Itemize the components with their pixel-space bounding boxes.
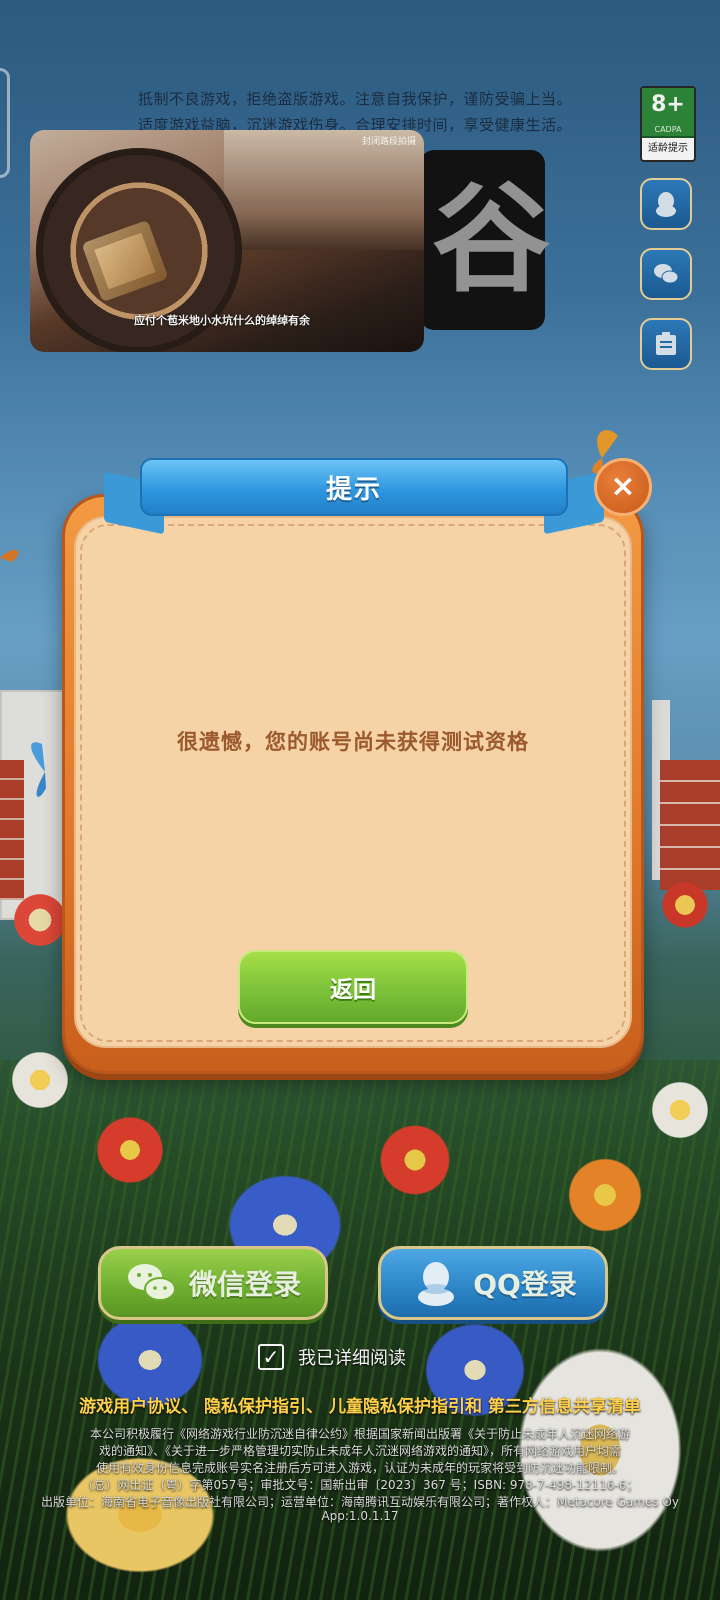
legal-line: （总）网出证（粤）字第057号；审批文号：国新出审〔2023〕367 号；ISB…	[81, 1478, 639, 1492]
wechat-login-label: 微信登录	[188, 1268, 301, 1301]
dialog-message: 很遗憾，您的账号尚未获得测试资格	[177, 730, 529, 754]
child-privacy-link[interactable]: 儿童隐私保护指引和	[329, 1397, 482, 1417]
dialog-title: 提示	[325, 474, 382, 505]
wechat-login-button[interactable]: 微信登录	[98, 1246, 328, 1320]
qq-login-label: QQ登录	[473, 1268, 577, 1301]
qq-login-button[interactable]: QQ登录	[378, 1246, 608, 1320]
agreement-row: ✓ 我已详细阅读	[258, 1344, 406, 1370]
policy-links: 游戏用户协议、 隐私保护指引、 儿童隐私保护指引和 第三方信息共享清单	[0, 1392, 720, 1417]
privacy-guide-link[interactable]: 隐私保护指引	[204, 1397, 306, 1417]
agreement-checkbox[interactable]: ✓	[258, 1344, 284, 1370]
back-button-label: 返回	[330, 977, 376, 1003]
dialog-close-button[interactable]: ×	[594, 458, 652, 516]
agreement-text: 我已详细阅读	[298, 1348, 406, 1369]
dialog-title-ribbon: 提示	[140, 458, 568, 516]
qq-icon	[418, 1262, 455, 1306]
third-party-list-link[interactable]: 第三方信息共享清单	[488, 1397, 641, 1417]
policy-separator: 、	[306, 1397, 324, 1417]
policy-separator: 、	[181, 1397, 199, 1417]
legal-notice: 本公司积极履行《网络游戏行业防沉迷自律公约》根据国家新闻出版署《关于防止未成年人…	[10, 1426, 710, 1511]
user-agreement-link[interactable]: 游戏用户协议	[79, 1397, 181, 1417]
back-button[interactable]: 返回	[238, 950, 468, 1024]
legal-line: 使用有效身份信息完成账号实名注册后方可进入游戏，认证为未成年的玩家将受到防沉迷功…	[95, 1461, 624, 1475]
app-version: App:1.0.1.17	[321, 1509, 399, 1523]
legal-line: 本公司积极履行《网络游戏行业防沉迷自律公约》根据国家新闻出版署《关于防止未成年人…	[89, 1427, 630, 1441]
wechat-icon	[127, 1264, 176, 1301]
legal-line: 戏的通知》、《关于进一步严格管理切实防止未成年人沉迷网络游戏的通知》，所有网络游…	[98, 1444, 621, 1458]
check-icon: ✓	[262, 1345, 280, 1369]
close-icon: ×	[610, 469, 636, 504]
